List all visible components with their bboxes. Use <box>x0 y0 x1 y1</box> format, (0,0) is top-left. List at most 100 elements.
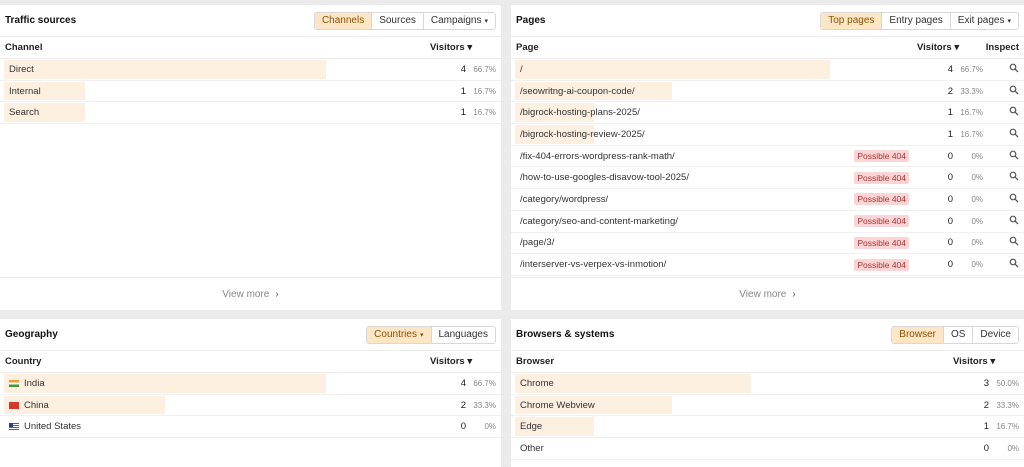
visitors-percent: 0% <box>1007 443 1019 453</box>
table-row[interactable]: Edge 1 16.7% <box>511 416 1024 439</box>
search-icon[interactable] <box>983 85 1019 98</box>
tab-top-pages[interactable]: Top pages <box>821 12 882 29</box>
flag-us-icon <box>9 423 19 431</box>
tab-group: Channels Sources Campaigns ▾ <box>313 11 496 30</box>
visitors-percent: 16.7% <box>960 129 983 139</box>
tab-sources[interactable]: Sources <box>371 12 423 29</box>
row-label: /interserver-vs-verpex-vs-inmotion/ <box>516 259 854 270</box>
browsers-panel: Browsers & systems Browser OS Device Bro… <box>511 319 1024 467</box>
table-row[interactable]: Direct 4 66.7% <box>0 59 501 81</box>
visitors-percent: 0% <box>971 260 983 270</box>
column-visitors-sort[interactable]: Visitors ▾ <box>953 356 1019 367</box>
table-row[interactable]: United States 0 0% <box>0 416 501 439</box>
tab-exit-pages[interactable]: Exit pages ▾ <box>949 12 1018 29</box>
possible-404-badge: Possible 404 <box>854 171 909 184</box>
column-channel: Channel <box>5 42 43 53</box>
chevron-down-icon: ▾ <box>1007 17 1011 25</box>
possible-404-badge: Possible 404 <box>854 258 909 271</box>
row-label: India <box>5 378 446 389</box>
visitors-count: 2 <box>460 399 466 411</box>
search-icon[interactable] <box>983 128 1019 141</box>
visitors-count: 0 <box>947 237 953 249</box>
visitors-count: 0 <box>947 215 953 227</box>
tab-browser[interactable]: Browser <box>892 326 943 343</box>
visitors-count: 0 <box>947 150 953 162</box>
row-name: Search <box>9 107 40 119</box>
view-more-button[interactable]: View more › <box>0 277 501 310</box>
search-icon[interactable] <box>983 150 1019 163</box>
column-page: Page <box>516 42 539 53</box>
row-label: /bigrock-hosting-review-2025/ <box>516 129 933 140</box>
visitors-count: 1 <box>947 107 953 119</box>
table-row[interactable]: Other 0 0% <box>511 438 1024 460</box>
table-row[interactable]: /how-to-use-googles-disavow-tool-2025/Po… <box>511 167 1024 190</box>
visitors-percent: 66.7% <box>473 378 496 388</box>
search-icon[interactable] <box>983 63 1019 76</box>
chevron-right-icon: › <box>792 288 796 300</box>
tab-countries[interactable]: Countries ▾ <box>367 326 431 343</box>
panel-title: Geography <box>5 329 58 340</box>
visitors-percent: 33.3% <box>960 86 983 96</box>
visitors-count: 4 <box>460 63 466 75</box>
row-label: /fix-404-errors-wordpress-rank-math/ <box>516 151 854 162</box>
row-label: Internal <box>5 86 446 97</box>
table-row[interactable]: /category/seo-and-content-marketing/Poss… <box>511 211 1024 233</box>
view-more-button[interactable]: View more › <box>511 277 1024 310</box>
table-row[interactable]: India 4 66.7% <box>0 373 501 395</box>
row-label: Other <box>516 443 969 454</box>
panel-header: Browsers & systems Browser OS Device <box>511 319 1024 351</box>
table-row[interactable]: / 4 66.7% <box>511 59 1024 81</box>
column-visitors-sort[interactable]: Visitors ▾ <box>430 356 496 367</box>
table-row[interactable]: /fix-404-errors-wordpress-rank-math/Poss… <box>511 146 1024 168</box>
visitors-percent: 0% <box>971 238 983 248</box>
column-visitors-sort[interactable]: Visitors ▾ <box>430 42 496 53</box>
row-name: Chrome <box>520 377 554 389</box>
column-inspect: Inspect <box>985 42 1019 53</box>
tab-device[interactable]: Device <box>972 326 1018 343</box>
table-row[interactable]: Search 1 16.7% <box>0 102 501 125</box>
table-row[interactable]: /bigrock-hosting-plans-2025/1 16.7% <box>511 102 1024 125</box>
row-label: Edge <box>516 421 969 432</box>
search-icon[interactable] <box>983 236 1019 249</box>
tab-group: Countries ▾ Languages <box>366 325 496 344</box>
visitors-count: 0 <box>947 259 953 271</box>
column-visitors-sort[interactable]: Visitors ▾ <box>917 42 983 53</box>
search-icon[interactable] <box>983 215 1019 228</box>
table-row[interactable]: /category/wordpress/Possible 404 0 0% <box>511 189 1024 211</box>
table-row[interactable]: China 2 33.3% <box>0 395 501 417</box>
column-header: Country Visitors ▾ <box>0 351 501 373</box>
visitors-percent: 33.3% <box>996 400 1019 410</box>
row-label: Search <box>5 107 446 118</box>
table-row[interactable]: Internal 1 16.7% <box>0 81 501 103</box>
traffic-sources-panel: Traffic sources Channels Sources Campaig… <box>0 5 501 310</box>
row-name: /seowritng-ai-coupon-code/ <box>520 85 635 97</box>
tab-campaigns[interactable]: Campaigns ▾ <box>422 12 495 29</box>
panel-header: Geography Countries ▾ Languages <box>0 319 501 351</box>
row-label: /page/3/ <box>516 237 854 248</box>
search-icon[interactable] <box>983 106 1019 119</box>
table-row[interactable]: /page/3/Possible 404 0 0% <box>511 233 1024 255</box>
table-row[interactable]: /seowritng-ai-coupon-code/2 33.3% <box>511 81 1024 103</box>
tab-channels[interactable]: Channels <box>314 12 372 29</box>
search-icon[interactable] <box>983 171 1019 184</box>
table-row[interactable]: Chrome Webview 2 33.3% <box>511 395 1024 417</box>
visitors-count: 2 <box>983 399 989 411</box>
search-icon[interactable] <box>983 193 1019 206</box>
table-row[interactable]: /bigrock-hosting-review-2025/1 16.7% <box>511 124 1024 146</box>
row-name: Internal <box>9 85 41 97</box>
table-row[interactable]: /interserver-vs-verpex-vs-inmotion/Possi… <box>511 254 1024 276</box>
table-body: Chrome 3 50.0% Chrome Webview 2 33.3% Edge 1 16.… <box>511 373 1024 460</box>
tab-languages[interactable]: Languages <box>430 326 495 343</box>
visitors-count: 0 <box>460 421 466 433</box>
row-name: / <box>520 63 523 75</box>
tab-entry-pages[interactable]: Entry pages <box>881 12 950 29</box>
tab-os[interactable]: OS <box>942 326 973 343</box>
search-icon[interactable] <box>983 258 1019 271</box>
row-name: Edge <box>520 421 543 433</box>
row-label: / <box>516 64 933 75</box>
possible-404-badge: Possible 404 <box>854 193 909 206</box>
visitors-count: 0 <box>947 193 953 205</box>
visitors-count: 0 <box>947 172 953 184</box>
tab-group: Browser OS Device <box>891 325 1019 344</box>
table-row[interactable]: Chrome 3 50.0% <box>511 373 1024 395</box>
